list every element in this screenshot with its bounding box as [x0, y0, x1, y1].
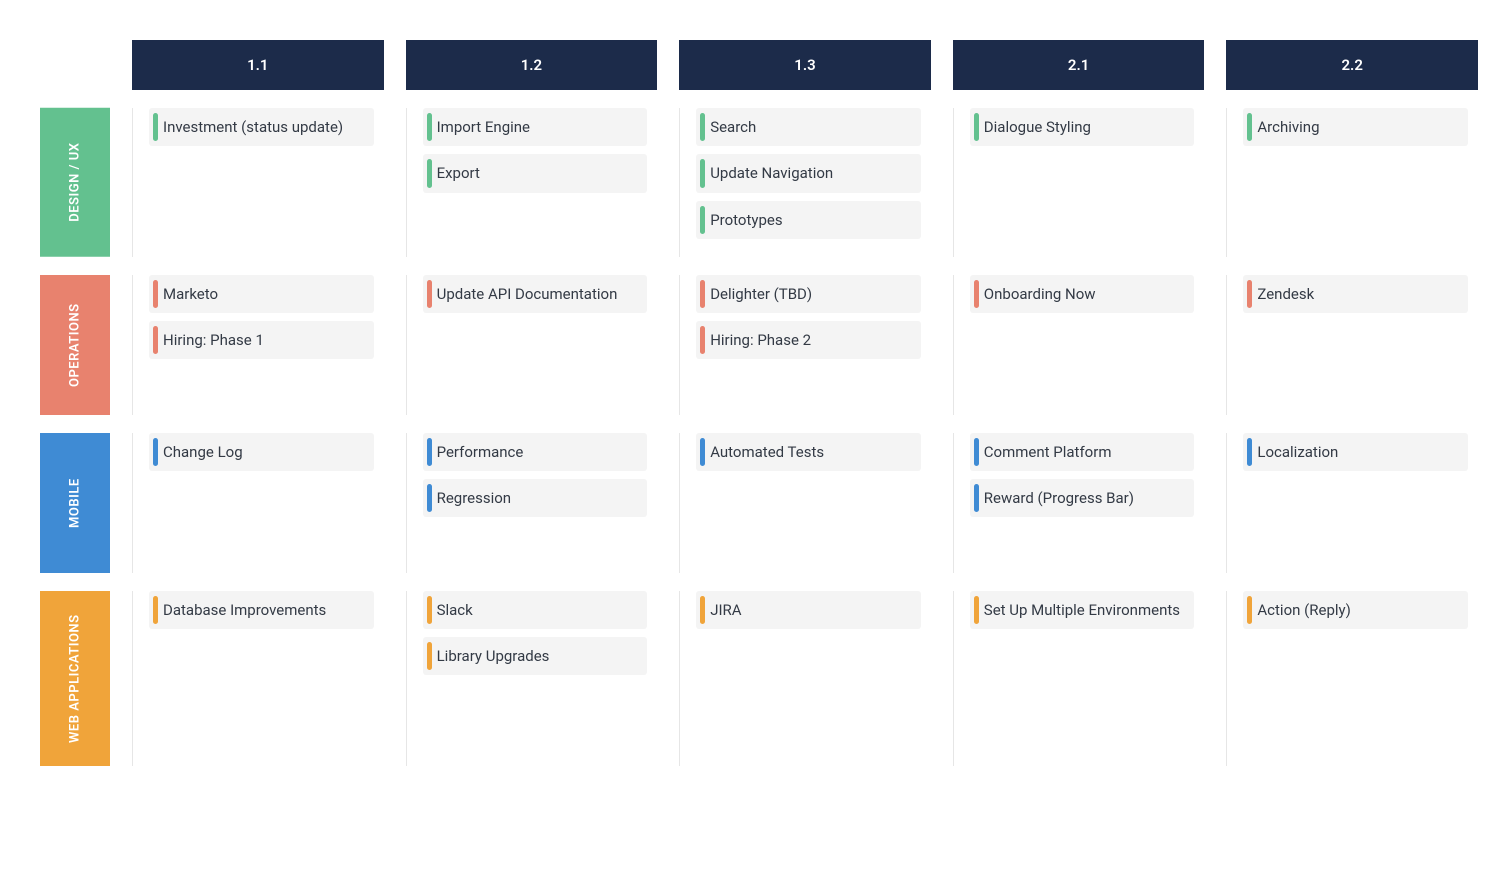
card[interactable]: Marketo [149, 275, 374, 313]
lane-cell: Database Improvements [132, 591, 384, 766]
grid-corner [40, 40, 110, 90]
card[interactable]: Investment (status update) [149, 108, 374, 146]
card[interactable]: Database Improvements [149, 591, 374, 629]
card[interactable]: Update Navigation [696, 154, 921, 192]
lane-cell: Change Log [132, 433, 384, 573]
card[interactable]: Import Engine [423, 108, 648, 146]
lane-cell: Localization [1226, 433, 1478, 573]
lane-cell: Archiving [1226, 108, 1478, 257]
card[interactable]: Library Upgrades [423, 637, 648, 675]
card[interactable]: Regression [423, 479, 648, 517]
card[interactable]: Comment Platform [970, 433, 1195, 471]
card[interactable]: Automated Tests [696, 433, 921, 471]
card[interactable]: Performance [423, 433, 648, 471]
card[interactable]: Reward (Progress Bar) [970, 479, 1195, 517]
card[interactable]: Archiving [1243, 108, 1468, 146]
column-header[interactable]: 2.1 [953, 40, 1205, 90]
card[interactable]: Onboarding Now [970, 275, 1195, 313]
lane-cell: Import Engine Export [406, 108, 658, 257]
lane-cell: Zendesk [1226, 275, 1478, 415]
roadmap-board: 1.1 1.2 1.3 2.1 2.2 DESIGN / UX Investme… [40, 40, 1478, 766]
column-header[interactable]: 1.1 [132, 40, 384, 90]
lane-cell: Automated Tests [679, 433, 931, 573]
card[interactable]: JIRA [696, 591, 921, 629]
card[interactable]: Slack [423, 591, 648, 629]
lane-cell: JIRA [679, 591, 931, 766]
card[interactable]: Update API Documentation [423, 275, 648, 313]
card[interactable]: Hiring: Phase 2 [696, 321, 921, 359]
lane-cell: Set Up Multiple Environments [953, 591, 1205, 766]
card[interactable]: Hiring: Phase 1 [149, 321, 374, 359]
lane-cell: Investment (status update) [132, 108, 384, 257]
lane-cell: Performance Regression [406, 433, 658, 573]
card[interactable]: Delighter (TBD) [696, 275, 921, 313]
lane-cell: Search Update Navigation Prototypes [679, 108, 931, 257]
lane-cell: Comment Platform Reward (Progress Bar) [953, 433, 1205, 573]
swimlane-label-operations[interactable]: OPERATIONS [40, 275, 110, 415]
column-header[interactable]: 1.3 [679, 40, 931, 90]
column-header[interactable]: 2.2 [1226, 40, 1478, 90]
lane-cell: Onboarding Now [953, 275, 1205, 415]
lane-cell: Update API Documentation [406, 275, 658, 415]
card[interactable]: Set Up Multiple Environments [970, 591, 1195, 629]
card[interactable]: Export [423, 154, 648, 192]
card[interactable]: Dialogue Styling [970, 108, 1195, 146]
swimlane-label-web-applications[interactable]: WEB APPLICATIONS [40, 591, 110, 766]
lane-cell: Dialogue Styling [953, 108, 1205, 257]
card[interactable]: Action (Reply) [1243, 591, 1468, 629]
card[interactable]: Prototypes [696, 201, 921, 239]
lane-cell: Marketo Hiring: Phase 1 [132, 275, 384, 415]
lane-cell: Action (Reply) [1226, 591, 1478, 766]
lane-cell: Slack Library Upgrades [406, 591, 658, 766]
card[interactable]: Search [696, 108, 921, 146]
column-header[interactable]: 1.2 [406, 40, 658, 90]
card[interactable]: Localization [1243, 433, 1468, 471]
lane-cell: Delighter (TBD) Hiring: Phase 2 [679, 275, 931, 415]
card[interactable]: Change Log [149, 433, 374, 471]
swimlane-label-mobile[interactable]: MOBILE [40, 433, 110, 573]
swimlane-label-design-ux[interactable]: DESIGN / UX [40, 108, 110, 257]
card[interactable]: Zendesk [1243, 275, 1468, 313]
